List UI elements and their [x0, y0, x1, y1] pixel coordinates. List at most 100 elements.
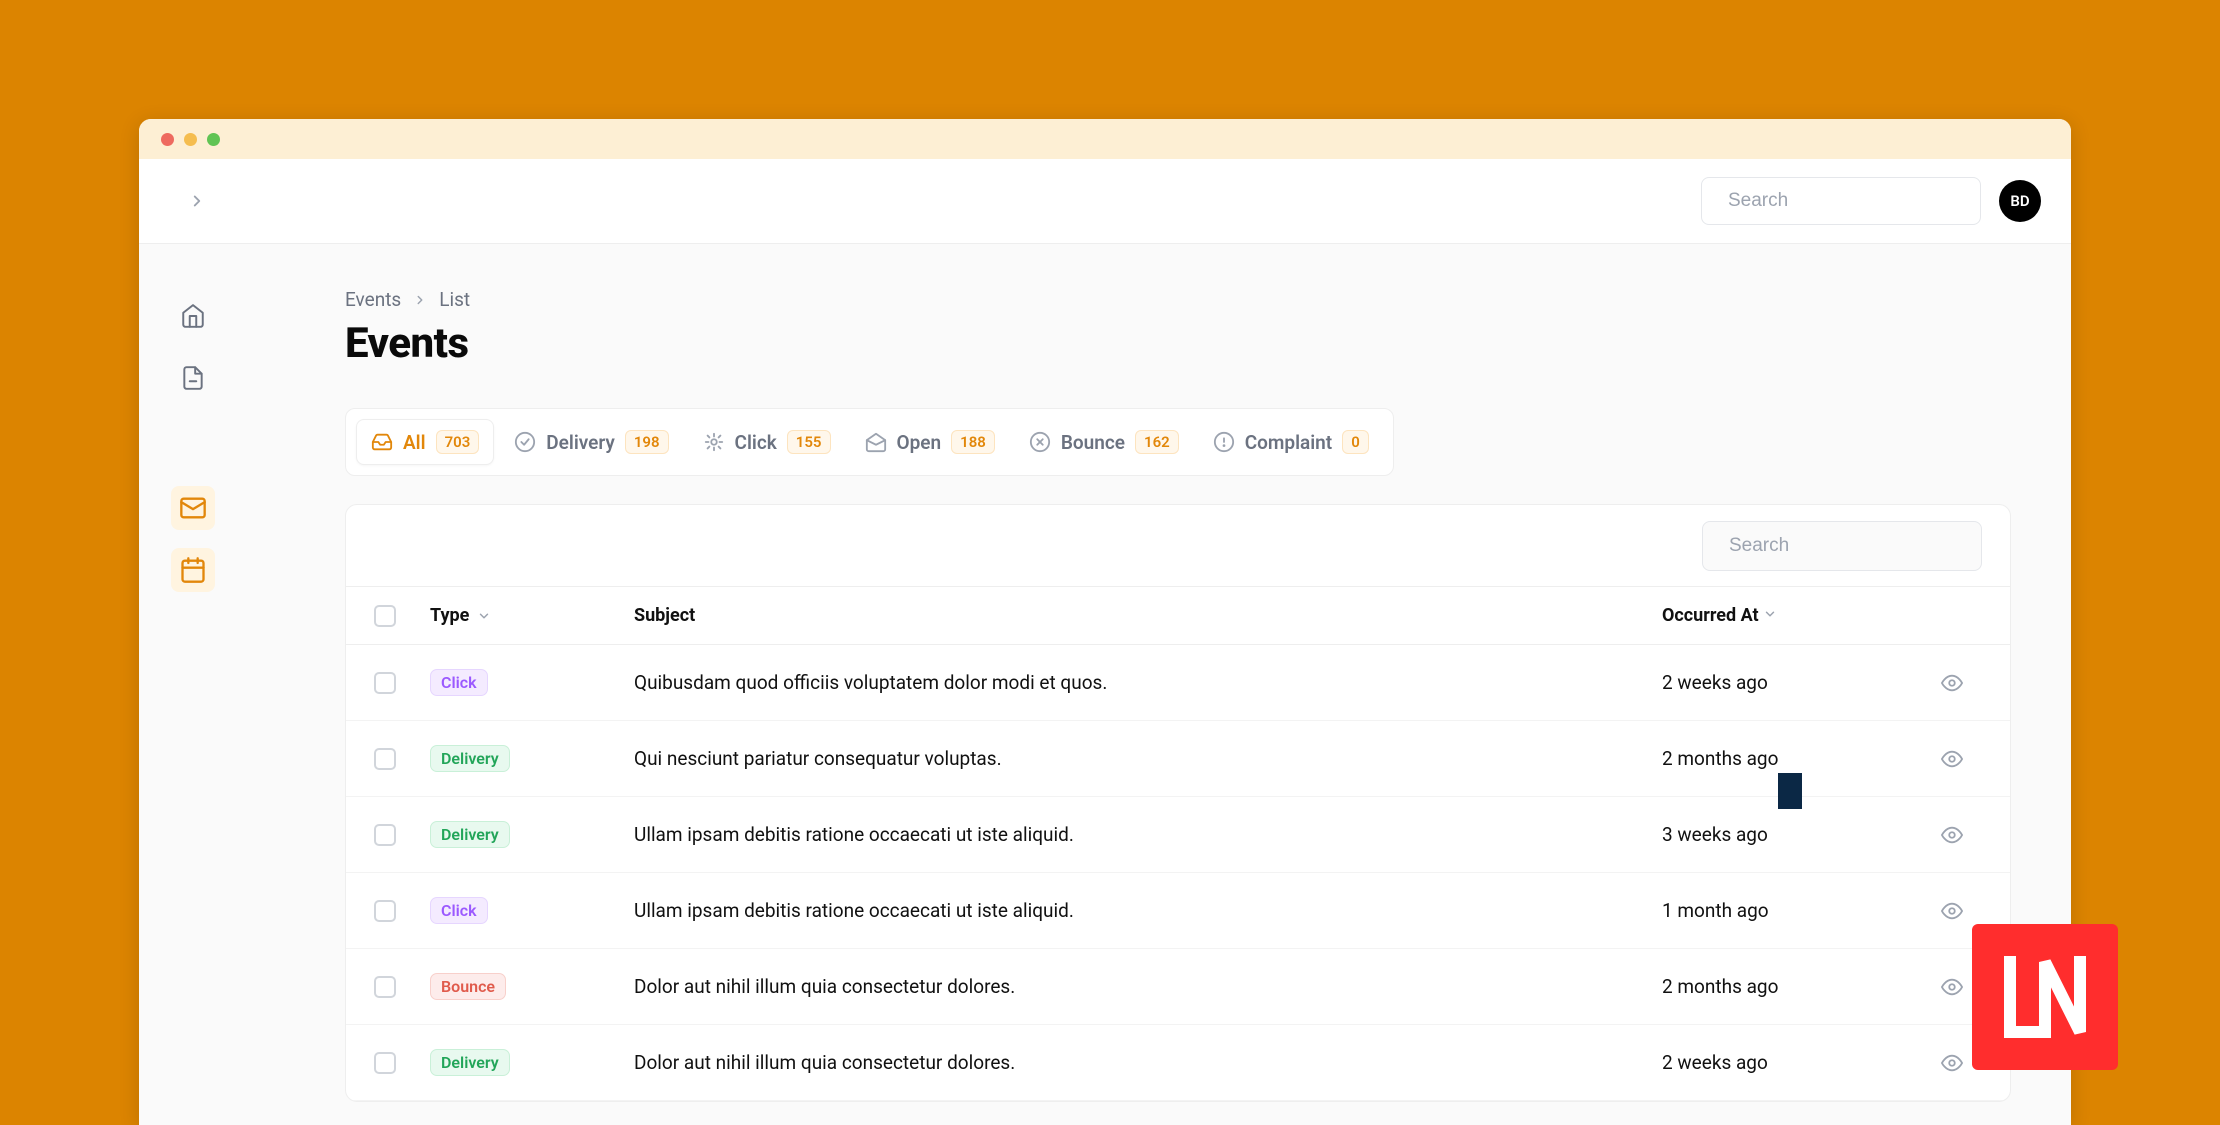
table-search-input[interactable]	[1729, 535, 1974, 557]
filter-tabs: All 703 Delivery 198 Click 155 Open 188	[345, 408, 1394, 476]
column-header-type[interactable]: Type	[430, 605, 469, 626]
tab-bounce[interactable]: Bounce 162	[1015, 419, 1193, 465]
row-checkbox[interactable]	[374, 672, 396, 694]
tab-open[interactable]: Open 188	[851, 419, 1009, 465]
eye-icon[interactable]	[1941, 900, 1963, 922]
row-subject: Ullam ipsam debitis ratione occaecati ut…	[634, 823, 1662, 846]
type-pill: Click	[430, 669, 488, 696]
type-pill: Delivery	[430, 1049, 510, 1076]
tab-count-badge: 703	[436, 430, 480, 454]
chevron-down-icon	[477, 609, 491, 623]
check-circle-icon	[514, 431, 536, 453]
row-date: 1 month ago	[1662, 899, 1922, 922]
x-circle-icon	[1029, 431, 1051, 453]
chevron-down-icon	[1763, 607, 1777, 621]
tab-count-badge: 155	[787, 430, 831, 454]
sidebar-item-documents[interactable]	[171, 356, 215, 400]
ln-logo-badge	[1972, 924, 2118, 1070]
events-table: Type Subject Occurred At Click Quibusdam…	[346, 587, 2010, 1101]
row-subject: Qui nesciunt pariatur consequatur volupt…	[634, 747, 1662, 770]
tab-count-badge: 0	[1342, 430, 1369, 454]
avatar[interactable]: BD	[1999, 180, 2041, 222]
row-checkbox[interactable]	[374, 748, 396, 770]
app-window: BD Events List Events	[139, 119, 2071, 1125]
tab-delivery[interactable]: Delivery 198	[500, 419, 682, 465]
eye-icon[interactable]	[1941, 748, 1963, 770]
type-pill: Bounce	[430, 973, 506, 1000]
tab-label: Click	[735, 431, 777, 454]
tab-count-badge: 198	[625, 430, 669, 454]
mail-open-icon	[865, 431, 887, 453]
mail-icon	[179, 494, 207, 522]
type-pill: Delivery	[430, 745, 510, 772]
row-checkbox[interactable]	[374, 900, 396, 922]
sparkle-icon	[703, 431, 725, 453]
tab-click[interactable]: Click 155	[689, 419, 845, 465]
table-row[interactable]: Click Ullam ipsam debitis ratione occaec…	[346, 873, 2010, 949]
tab-label: Delivery	[546, 431, 615, 454]
tab-count-badge: 162	[1135, 430, 1179, 454]
row-date: 2 weeks ago	[1662, 1051, 1922, 1074]
minimize-window-button[interactable]	[184, 133, 197, 146]
table-search[interactable]	[1702, 521, 1982, 571]
select-all-checkbox[interactable]	[374, 605, 396, 627]
row-subject: Dolor aut nihil illum quia consectetur d…	[634, 975, 1662, 998]
eye-icon[interactable]	[1941, 1052, 1963, 1074]
row-date: 2 months ago	[1662, 975, 1922, 998]
table-row[interactable]: Click Quibusdam quod officiis voluptatem…	[346, 645, 2010, 721]
document-icon	[180, 365, 206, 391]
row-date: 2 weeks ago	[1662, 671, 1922, 694]
column-header-occurred-at[interactable]: Occurred At	[1662, 605, 1759, 626]
window-titlebar	[139, 119, 2071, 159]
table-row[interactable]: Bounce Dolor aut nihil illum quia consec…	[346, 949, 2010, 1025]
type-pill: Delivery	[430, 821, 510, 848]
tab-complaint[interactable]: Complaint 0	[1199, 419, 1383, 465]
global-search-input[interactable]	[1728, 190, 1973, 212]
maximize-window-button[interactable]	[207, 133, 220, 146]
events-table-card: Type Subject Occurred At Click Quibusdam…	[345, 504, 2011, 1102]
row-date: 2 months ago	[1662, 747, 1922, 770]
row-checkbox[interactable]	[374, 976, 396, 998]
sidebar-item-home[interactable]	[171, 294, 215, 338]
sidebar-item-mail[interactable]	[171, 486, 215, 530]
type-pill: Click	[430, 897, 488, 924]
table-row[interactable]: Delivery Ullam ipsam debitis ratione occ…	[346, 797, 2010, 873]
table-row[interactable]: Delivery Qui nesciunt pariatur consequat…	[346, 721, 2010, 797]
row-checkbox[interactable]	[374, 824, 396, 846]
page-title: Events	[345, 319, 2011, 368]
tab-count-badge: 188	[951, 430, 995, 454]
row-subject: Ullam ipsam debitis ratione occaecati ut…	[634, 899, 1662, 922]
ln-logo-icon	[1995, 947, 2095, 1047]
sidebar	[139, 244, 247, 1125]
breadcrumb: Events List	[345, 288, 2011, 311]
table-toolbar	[346, 505, 2010, 587]
text-cursor	[1778, 773, 1802, 809]
eye-icon[interactable]	[1941, 672, 1963, 694]
global-search[interactable]	[1701, 177, 1981, 225]
table-row[interactable]: Delivery Dolor aut nihil illum quia cons…	[346, 1025, 2010, 1101]
row-subject: Dolor aut nihil illum quia consectetur d…	[634, 1051, 1662, 1074]
table-header-row: Type Subject Occurred At	[346, 587, 2010, 645]
row-date: 3 weeks ago	[1662, 823, 1922, 846]
inbox-icon	[371, 431, 393, 453]
row-subject: Quibusdam quod officiis voluptatem dolor…	[634, 671, 1662, 694]
topbar: BD	[139, 159, 2071, 244]
eye-icon[interactable]	[1941, 976, 1963, 998]
tab-label: All	[403, 431, 426, 454]
sidebar-item-calendar[interactable]	[171, 548, 215, 592]
alert-circle-icon	[1213, 431, 1235, 453]
home-icon	[180, 303, 206, 329]
chevron-right-icon	[413, 293, 427, 307]
column-header-subject[interactable]: Subject	[634, 605, 1662, 626]
tab-all[interactable]: All 703	[356, 419, 494, 465]
chevron-right-icon	[188, 192, 206, 210]
eye-icon[interactable]	[1941, 824, 1963, 846]
sidebar-toggle-button[interactable]	[183, 187, 211, 215]
breadcrumb-root[interactable]: Events	[345, 288, 401, 311]
breadcrumb-leaf: List	[439, 288, 470, 311]
tab-label: Complaint	[1245, 431, 1332, 454]
row-checkbox[interactable]	[374, 1052, 396, 1074]
main-content: Events List Events All 703 Delivery 198	[247, 244, 2071, 1125]
tab-label: Bounce	[1061, 431, 1125, 454]
close-window-button[interactable]	[161, 133, 174, 146]
